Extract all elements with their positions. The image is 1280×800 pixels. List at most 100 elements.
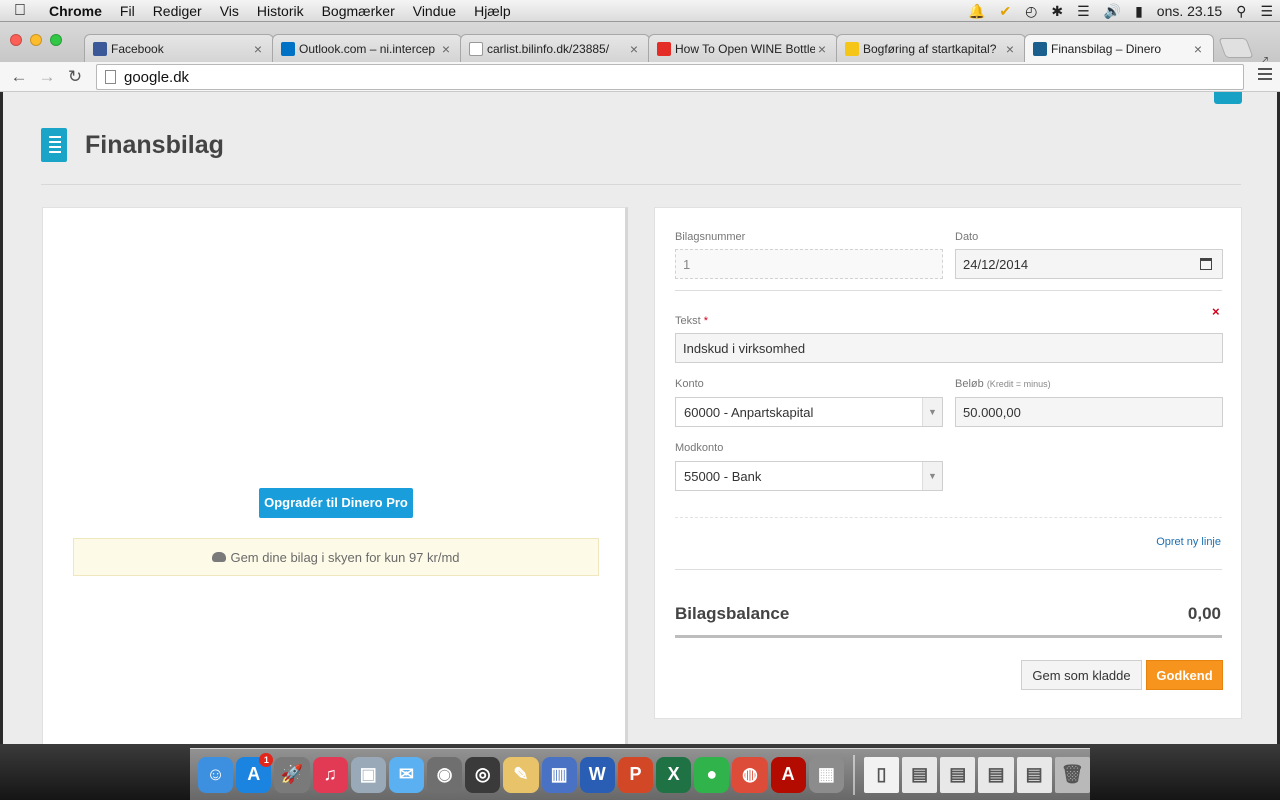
menu-bookmarks[interactable]: Bogmærker — [313, 0, 404, 22]
close-tab-icon[interactable]: × — [815, 41, 829, 57]
header-divider — [41, 184, 1241, 185]
counter-account-label: Modkonto — [675, 442, 724, 454]
account-label: Konto — [675, 378, 704, 390]
word-file-icon[interactable]: ▤ — [940, 756, 976, 793]
document-icon[interactable]: ▯ — [863, 756, 900, 793]
word-file-2-icon[interactable]: ▤ — [978, 756, 1014, 793]
close-tab-icon[interactable]: × — [251, 41, 265, 57]
menu-app-name[interactable]: Chrome — [40, 0, 111, 22]
dock-separator — [852, 754, 855, 795]
menu-history[interactable]: Historik — [248, 0, 313, 22]
zoom-window-button[interactable] — [50, 34, 62, 46]
bluetooth-icon[interactable]: ✱ — [1044, 0, 1070, 22]
cloud-upload-icon — [212, 552, 227, 562]
menu-edit[interactable]: Rediger — [144, 0, 211, 22]
approve-button[interactable]: Godkend — [1146, 660, 1223, 690]
chrome-menu-icon[interactable] — [1258, 68, 1272, 83]
browser-toolbar: ← → ↻ google.dk — [0, 62, 1280, 92]
text-label: Tekst * — [675, 315, 708, 327]
tab-6[interactable]: Finansbilag – Dinero × — [1024, 34, 1214, 62]
keynote-icon[interactable]: ▥ — [541, 756, 577, 793]
excel-icon[interactable]: X — [656, 756, 692, 793]
remove-line-icon[interactable]: × — [1212, 304, 1220, 319]
chevron-down-icon[interactable]: ▼ — [922, 398, 942, 426]
notification-bell-icon[interactable]: 🔔 — [961, 0, 992, 22]
tab-title: Bogføring af startkapital? — [863, 41, 997, 56]
tab-3[interactable]: carlist.bilinfo.dk/23885/​ × — [460, 34, 650, 62]
notification-center-icon[interactable]: ☰ — [1253, 0, 1280, 22]
text-input[interactable]: Indskud i virksomhed — [675, 333, 1223, 363]
minimize-window-button[interactable] — [30, 34, 42, 46]
notification-badge: 1 — [259, 752, 274, 767]
menu-file[interactable]: Fil — [111, 0, 144, 22]
wifi-icon[interactable]: ☰ — [1070, 0, 1097, 22]
text-label-text: Tekst — [675, 315, 701, 327]
messages-icon[interactable]: ✉ — [388, 756, 425, 793]
battery-icon[interactable]: ▮ — [1128, 0, 1150, 22]
close-window-button[interactable] — [10, 34, 22, 46]
trash-icon[interactable]: 🗑 — [1054, 756, 1090, 793]
calendar-icon[interactable] — [1200, 258, 1212, 270]
counter-account-value: 55000 - Bank — [684, 468, 762, 484]
chevron-down-icon[interactable]: ▼ — [922, 462, 942, 490]
menu-help[interactable]: Hjælp — [465, 0, 520, 22]
balance-divider — [675, 569, 1222, 570]
account-select[interactable]: 60000 - Anpartskapital ▼ — [675, 397, 943, 427]
tab-5[interactable]: Bogføring af startkapital? × — [836, 34, 1026, 62]
page-content: Finansbilag Opgradér til Dinero Pro Gem … — [3, 92, 1277, 744]
dock: ☺ A 1 🚀 ♫ ▣ ✉ ◉ ◎ ✎ ▥ W P X ● ◍ A ▦ ▯ ▤ ▤ ▤ ▤ 🗑 — [190, 748, 1090, 800]
itunes-icon[interactable]: ♫ — [312, 756, 348, 793]
spotlight-search-icon[interactable]: ⚲ — [1229, 0, 1253, 22]
calculator-icon[interactable]: ▦ — [808, 756, 844, 793]
menubar-clock[interactable]: ons. 23.15 — [1150, 0, 1229, 22]
word-icon[interactable]: W — [579, 756, 615, 793]
address-bar[interactable]: google.dk — [96, 64, 1244, 90]
help-badge-icon[interactable] — [1214, 92, 1242, 104]
forward-arrow-icon[interactable]: → — [36, 66, 58, 88]
add-line-link[interactable]: Opret ny linje — [1156, 536, 1221, 548]
amount-input[interactable]: 50.000,00 — [955, 397, 1223, 427]
menu-window[interactable]: Vindue — [404, 0, 465, 22]
amount-label: Beløb (Kredit = minus) — [955, 378, 1051, 390]
volume-icon[interactable]: 🔊 — [1097, 0, 1128, 22]
wunderlist-check-icon[interactable]: ✔ — [992, 0, 1018, 22]
launchpad-icon[interactable]: 🚀 — [274, 756, 310, 793]
tab-1[interactable]: Facebook × — [84, 34, 274, 62]
save-draft-button[interactable]: Gem som kladde — [1021, 660, 1142, 690]
app-store-icon[interactable]: A1 — [236, 752, 274, 793]
close-tab-icon[interactable]: × — [439, 41, 453, 57]
photo-booth-icon[interactable]: ◎ — [465, 756, 501, 793]
amount-hint: (Kredit = minus) — [986, 379, 1051, 389]
time-machine-icon[interactable]: ◴ — [1018, 0, 1044, 22]
date-value: 24/12/2014 — [963, 256, 1029, 272]
facetime-icon[interactable]: ◉ — [427, 756, 463, 793]
chrome-icon[interactable]: ◍ — [732, 756, 768, 793]
date-field[interactable]: 24/12/2014 — [955, 249, 1223, 279]
dinero-icon — [1033, 41, 1047, 56]
reload-icon[interactable]: ↻ — [64, 66, 86, 88]
preview-icon[interactable]: ▣ — [350, 756, 386, 793]
tab-4[interactable]: How To Open WINE Bottle × — [648, 34, 838, 62]
tab-title: carlist.bilinfo.dk/23885/​ — [487, 41, 610, 56]
pdf-file-icon[interactable]: ▤ — [902, 756, 938, 793]
powerpoint-icon[interactable]: P — [617, 756, 654, 793]
notes-icon[interactable]: ✎ — [503, 756, 539, 793]
tab-strip: Facebook × Outlook.com – ni.intercep × carli… — [0, 22, 1280, 69]
screen-capture-icon[interactable]: ● — [694, 756, 730, 793]
acrobat-icon[interactable]: A — [770, 756, 806, 793]
amount-label-text: Beløb — [955, 378, 984, 390]
counter-account-select[interactable]: 55000 - Bank ▼ — [675, 461, 943, 491]
new-tab-button[interactable] — [1218, 38, 1254, 58]
finder-icon[interactable]: ☺ — [198, 756, 234, 793]
page-icon — [105, 70, 116, 84]
menu-view[interactable]: Vis — [211, 0, 248, 22]
apple-menu-icon[interactable]:  — [0, 2, 40, 20]
close-tab-icon[interactable]: × — [1191, 41, 1205, 57]
upgrade-button[interactable]: Opgradér til Dinero Pro — [259, 488, 413, 518]
close-tab-icon[interactable]: × — [627, 41, 641, 57]
tab-2[interactable]: Outlook.com – ni.intercep × — [272, 34, 462, 62]
back-arrow-icon[interactable]: ← — [8, 66, 30, 88]
balance-value: 0,00 — [1187, 604, 1221, 623]
excel-file-icon[interactable]: ▤ — [1016, 756, 1052, 793]
close-tab-icon[interactable]: × — [1003, 41, 1017, 57]
